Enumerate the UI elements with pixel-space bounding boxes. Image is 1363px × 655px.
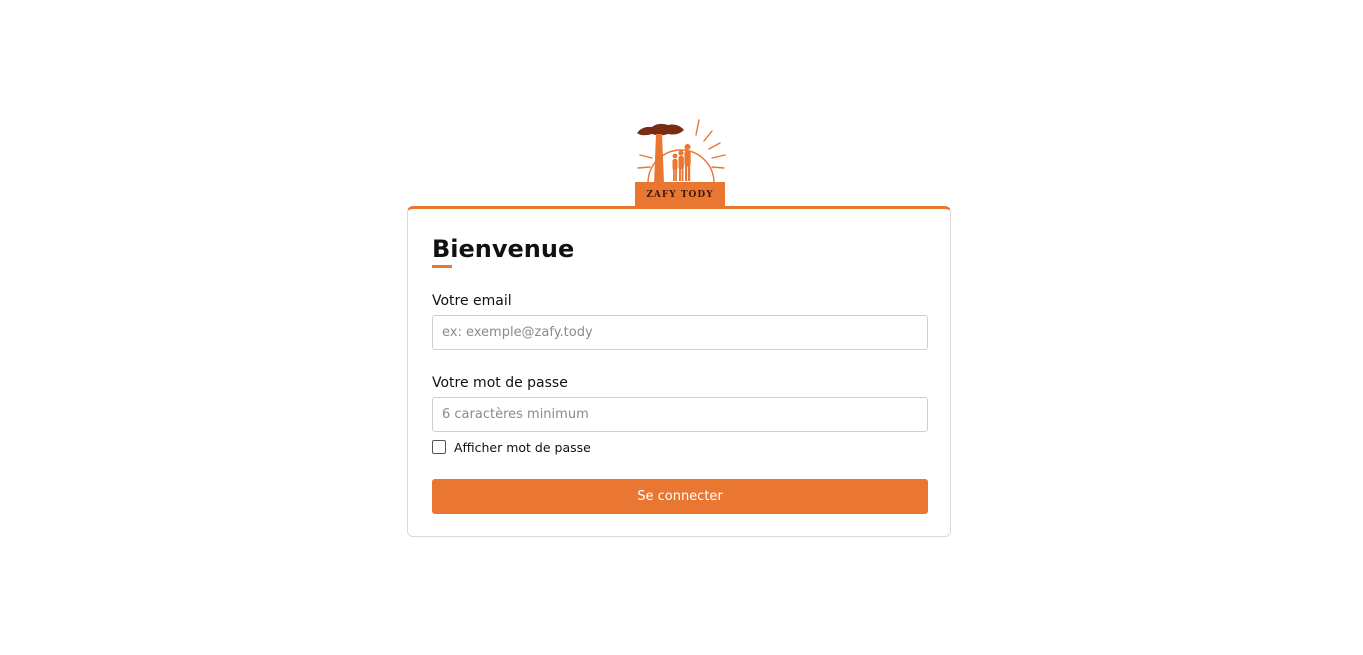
show-password-checkbox[interactable]	[432, 440, 446, 454]
brand-logo: ZAFY TODY	[628, 113, 732, 207]
email-field[interactable]	[432, 315, 928, 350]
show-password-label[interactable]: Afficher mot de passe	[454, 440, 591, 455]
baobab-family-sun-icon	[637, 119, 726, 184]
brand-banner: ZAFY TODY	[635, 182, 725, 207]
password-label: Votre mot de passe	[432, 375, 568, 391]
login-page: ZAFY TODY Bienvenue Votre email Votre mo…	[0, 0, 1363, 655]
show-password-row[interactable]: Afficher mot de passe	[432, 439, 591, 455]
login-button[interactable]: Se connecter	[432, 479, 928, 514]
page-title: Bienvenue	[432, 235, 575, 263]
password-field[interactable]	[432, 397, 928, 432]
login-card: Bienvenue Votre email Votre mot de passe…	[407, 206, 951, 537]
title-underline	[432, 265, 452, 268]
brand-name: ZAFY TODY	[646, 189, 714, 200]
email-label: Votre email	[432, 293, 512, 309]
